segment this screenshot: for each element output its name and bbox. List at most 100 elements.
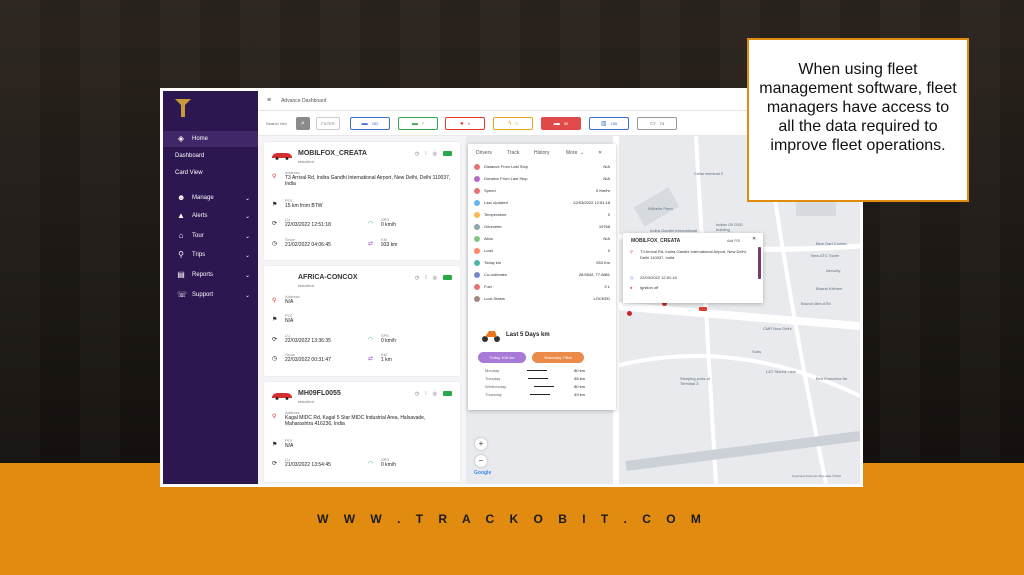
detail-value: N/A xyxy=(603,236,610,241)
detail-row: Last Updated 22/03/2022 12:51:18 xyxy=(474,198,610,207)
status-chip-stopped[interactable]: ● 0 xyxy=(445,117,485,130)
add-poi-link[interactable]: Add POI xyxy=(727,239,740,243)
detail-value: N/A xyxy=(603,176,610,181)
tab-history[interactable]: History xyxy=(534,150,550,156)
poi-row: ⚑ POI N/A xyxy=(272,438,293,449)
sidebar-item-reports[interactable]: ▤ Reports ⌄ xyxy=(163,267,258,283)
zoom-out-button[interactable]: − xyxy=(475,455,487,467)
poi-row: ⚑ POI N/A xyxy=(272,313,293,324)
sidebar-item-tour[interactable]: ⌂ Tour ⌄ xyxy=(163,228,258,244)
last-5-days-title: Last 5 Days km xyxy=(506,332,550,338)
hamburger-icon[interactable]: ≡ xyxy=(267,97,271,104)
lu-row: ⟳ LU 22/03/2022 12:51:18 xyxy=(272,217,331,228)
poi-value: N/A xyxy=(285,443,294,449)
sidebar-item-label: Trips xyxy=(192,252,206,258)
status-chip-other[interactable]: ▭ 74 xyxy=(637,117,677,130)
address-value: Kagal MIDC Rd, Kagal 5 Star MIDC Industr… xyxy=(285,415,426,427)
sidebar-item-support[interactable]: ☏ Support ⌄ xyxy=(163,287,258,303)
vehicle-card[interactable]: MH09FL0055 testclient ◷ ⁞ ◎ ⚲ Address Kag… xyxy=(264,382,460,482)
updated-icon xyxy=(474,199,480,206)
vehicle-name: MH09FL0055 xyxy=(298,390,341,397)
vehicle-popup: MOBILFOX_CREATA Add POI ✕ ⚲ T3 Arrival R… xyxy=(623,233,763,303)
map-label: Wilhelm Penn xyxy=(648,206,673,211)
spd-row: ◠ SPD 0 km/h xyxy=(368,217,396,228)
sidebar-item-label: Card View xyxy=(175,170,203,176)
km-row: ⇄ KM 1 km xyxy=(368,352,392,363)
vehicle-status-icons: ◷ ⁞ ◎ xyxy=(415,275,452,281)
day-row: Monday 80 km xyxy=(485,368,585,373)
vehicle-client: testclient xyxy=(298,399,314,404)
popup-address: T3 Arrival Rd, Indira Gandhi Internation… xyxy=(640,249,747,260)
ignition-icon: ● xyxy=(630,285,633,290)
clock-icon: ◷ xyxy=(414,151,420,157)
map-label: Subs xyxy=(752,349,762,354)
popup-scrollbar[interactable] xyxy=(758,247,761,279)
since-row: ◷ Since 22/03/2022 00:31:47 xyxy=(272,352,331,363)
search-button[interactable]: ⌕ xyxy=(296,117,310,130)
status-chip-all[interactable]: ▬ 282 xyxy=(350,117,390,130)
vehicle-detail-panel: Drivers Track History More ⌄ ✕ Distance … xyxy=(468,144,616,410)
tab-drivers[interactable]: Drivers xyxy=(476,150,492,156)
vehicle-card[interactable]: AFRICA-CONCOX testclient ◷ ⁞ ◎ ⚲ Address… xyxy=(264,266,460,376)
bolt-icon: ϟ xyxy=(508,120,512,127)
lock-icon xyxy=(474,295,480,302)
gps-icon: ◎ xyxy=(432,275,437,281)
gps-icon: ◎ xyxy=(432,391,437,397)
close-icon[interactable]: ✕ xyxy=(752,236,756,242)
day-bar xyxy=(528,377,549,380)
zoom-in-button[interactable]: + xyxy=(475,438,487,450)
close-icon[interactable]: ✕ xyxy=(598,150,602,156)
address-row: ⚲ Address T3 Arrival Rd, Indira Gandhi In… xyxy=(272,170,452,187)
map-pin-icon: ⚲ xyxy=(272,414,277,420)
today-km-pill[interactable]: Today 108 km xyxy=(478,352,526,363)
vehicle-card[interactable]: MOBILFOX_CREATA testclient ◷ ⁞ ◎ ⚲ Addre… xyxy=(264,142,460,260)
car-icon xyxy=(272,153,292,160)
sidebar-item-label: Reports xyxy=(192,272,214,278)
vehicle-marker[interactable] xyxy=(699,307,707,311)
status-chip-reports[interactable]: ▥ 185 xyxy=(589,117,629,130)
poi-value: 15 km from BTW xyxy=(285,203,323,209)
address-row: ⚲ Address N/A xyxy=(272,294,300,305)
tab-track[interactable]: Track xyxy=(507,150,519,156)
sidebar-item-alerts[interactable]: ▲ Alerts ⌄ xyxy=(163,208,258,224)
chip-count: 282 xyxy=(371,121,379,126)
map-label: Cellar terminal 2 xyxy=(694,171,724,176)
detail-value: 28.5542, 77.0881 xyxy=(578,272,610,277)
update-icon: ⟳ xyxy=(272,461,278,467)
map-label: Blue Dart Courier xyxy=(816,241,847,246)
km-value: 933 km xyxy=(381,242,398,248)
address-row: ⚲ Address Kagal MIDC Rd, Kagal 5 Star MID… xyxy=(272,410,452,427)
detail-row: Co-ordinates 28.5542, 77.0881 xyxy=(474,270,610,279)
sidebar-item-trips[interactable]: ⚲ Trips ⌄ xyxy=(163,247,258,263)
signal-icon: ⁞ xyxy=(425,275,427,281)
sidebar-item-home[interactable]: ◈ Home xyxy=(163,131,258,147)
update-icon: ⟳ xyxy=(272,221,278,227)
status-chip-inactive[interactable]: ▬ 90 xyxy=(541,117,581,130)
status-chip-idle[interactable]: ϟ 5 xyxy=(493,117,533,130)
callout-text: When using fleet management software, fl… xyxy=(759,61,957,154)
sidebar-item-manage[interactable]: ☻ Manage ⌄ xyxy=(163,190,258,206)
vehicle-list: MOBILFOX_CREATA testclient ◷ ⁞ ◎ ⚲ Addre… xyxy=(258,136,466,484)
truck-icon: ▬ xyxy=(553,120,560,127)
status-chip-running[interactable]: ▬ 7 xyxy=(398,117,438,130)
yesterday-km-pill[interactable]: Yesterday 79km xyxy=(532,352,584,363)
chevron-down-icon[interactable]: ⌄ xyxy=(580,150,584,156)
detail-row: Odometer 10768 xyxy=(474,222,610,231)
detail-row: Duration From Last Stop N/A xyxy=(474,174,610,183)
vehicle-client: testclient xyxy=(298,283,314,288)
tab-more[interactable]: More xyxy=(566,150,577,156)
chip-count: 74 xyxy=(659,121,665,126)
lu-row: ⟳ LU 22/03/2022 13:36:35 xyxy=(272,333,331,344)
report-icon: ▤ xyxy=(177,270,185,279)
home-icon: ⌂ xyxy=(178,231,184,240)
gps-icon: ◎ xyxy=(432,151,437,157)
day-label: Tuesday xyxy=(485,376,501,381)
poi-marker[interactable] xyxy=(627,311,632,316)
sidebar-item-card-view[interactable]: Card View xyxy=(163,165,258,181)
sidebar-item-dashboard[interactable]: Dashboard xyxy=(163,148,258,164)
scooter-icon xyxy=(482,331,500,342)
detail-label: Co-ordinates xyxy=(484,272,507,277)
search-input[interactable]: Search Veh xyxy=(266,121,287,126)
filter-button[interactable]: FILTER xyxy=(316,117,340,130)
spd-value: 0 km/h xyxy=(381,338,397,344)
